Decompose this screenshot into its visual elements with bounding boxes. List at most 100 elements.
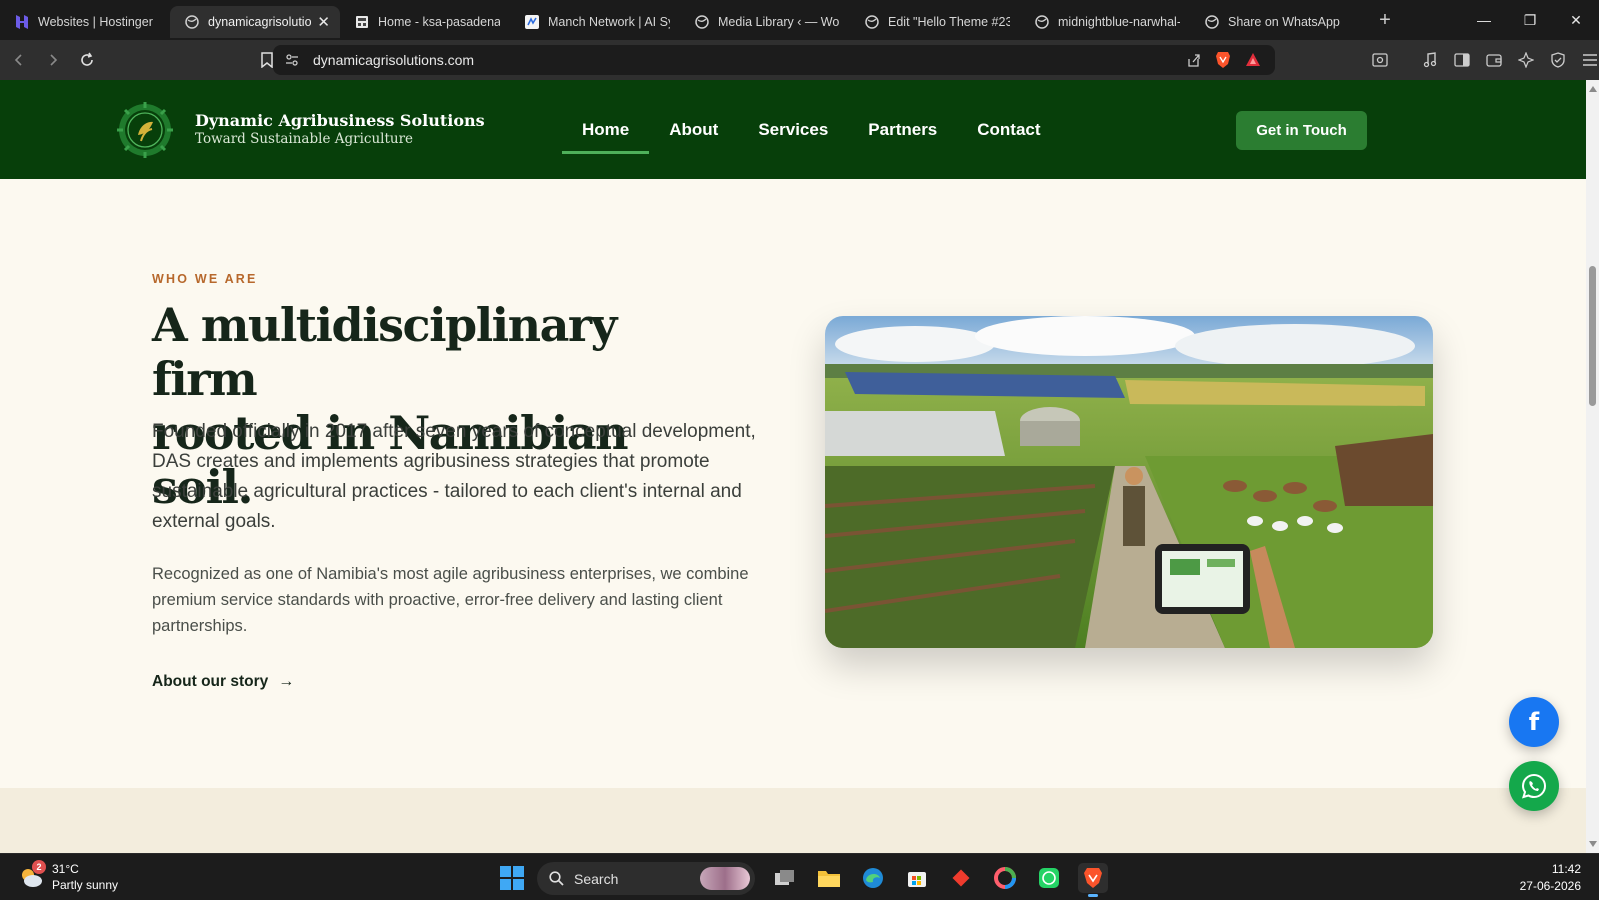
tab-ksa-pasadena[interactable]: Home - ksa-pasadena.c (340, 6, 510, 38)
about-our-story-link[interactable]: About our story → (152, 673, 294, 691)
address-bar-actions (1185, 51, 1261, 69)
tab-midnightblue-narwhal[interactable]: midnightblue-narwhal- (1020, 6, 1190, 38)
weather-badge: 2 (32, 860, 46, 874)
arrow-right-icon: → (278, 673, 295, 690)
globe-icon (1034, 14, 1050, 30)
minimize-button[interactable]: — (1461, 0, 1507, 40)
tab-title: Share on WhatsApp (1228, 15, 1340, 29)
next-section-band (0, 788, 1586, 853)
brave-rewards-icon (1246, 53, 1260, 66)
tab-title: Websites | Hostinger (38, 15, 153, 29)
file-explorer-icon[interactable] (814, 863, 844, 893)
browser-toolbar: dynamicagrisolutions.com (0, 40, 1599, 80)
brave-browser-icon[interactable] (1078, 863, 1108, 897)
lead-paragraph: Founded officially in 2017 after seven y… (152, 421, 756, 532)
globe-icon (694, 14, 710, 30)
whatsapp-icon (1521, 773, 1546, 799)
close-icon[interactable]: ✕ (317, 13, 330, 31)
window-controls: — ❐ ✕ (1461, 0, 1599, 40)
nav-contact[interactable]: Contact (957, 108, 1060, 154)
section-eyebrow: WHO WE ARE (152, 272, 258, 286)
nav-home[interactable]: Home (562, 108, 650, 154)
back-button[interactable] (4, 45, 34, 75)
tab-title: Edit "Hello Theme #23 (888, 15, 1010, 29)
chevron-right-icon (50, 54, 58, 66)
page-icon (354, 14, 370, 30)
search-highlight-image (700, 867, 750, 890)
music-icon[interactable] (1420, 50, 1440, 70)
tab-title: Manch Network | AI Sy (548, 15, 670, 29)
tab-strip: Websites | Hostinger dynamicagrisolution… (0, 2, 1400, 38)
address-bar[interactable]: dynamicagrisolutions.com (273, 45, 1275, 75)
microsoft-store-icon[interactable] (902, 863, 932, 893)
tab-manch-network[interactable]: Manch Network | AI Sy (510, 6, 680, 38)
system-clock[interactable]: 11:42 27-06-2026 (1520, 861, 1581, 895)
brand-name[interactable]: Dynamic Agribusiness Solutions (195, 111, 485, 130)
chevron-left-icon (14, 54, 22, 66)
site-header: Dynamic Agribusiness Solutions Toward Su… (0, 80, 1586, 179)
whatsapp-app-icon[interactable] (1034, 863, 1064, 893)
tab-edit-hello-theme[interactable]: Edit "Hello Theme #23 (850, 6, 1020, 38)
search-label: Search (574, 870, 619, 887)
page-tools-icon[interactable] (1370, 50, 1390, 70)
tab-dynamicagrisolutions[interactable]: dynamicagrisolutions ✕ (170, 6, 340, 38)
tab-title: Home - ksa-pasadena.c (378, 15, 500, 29)
tab-title: dynamicagrisolutions (208, 15, 312, 29)
get-in-touch-button[interactable]: Get in Touch (1236, 111, 1367, 150)
site-settings-icon (286, 54, 298, 66)
wallet-icon[interactable] (1484, 50, 1504, 70)
forward-button[interactable] (38, 45, 68, 75)
leo-ai-icon[interactable] (1516, 50, 1536, 70)
weather-widget[interactable]: 2 31°C Partly sunny (18, 860, 119, 893)
tab-title: Media Library ‹ — Wor (718, 15, 840, 29)
hostinger-icon (14, 14, 30, 30)
tab-hostinger[interactable]: Websites | Hostinger (0, 6, 170, 38)
story-link-label: About our story (152, 673, 269, 690)
page-scrollbar[interactable] (1586, 80, 1599, 853)
nav-services[interactable]: Services (738, 108, 848, 154)
globe-icon (184, 14, 200, 30)
color-app-icon[interactable] (990, 863, 1020, 893)
sidebar-icon[interactable] (1452, 50, 1472, 70)
restore-button[interactable]: ❐ (1507, 0, 1553, 40)
taskbar-search[interactable]: Search (537, 862, 755, 895)
partly-sunny-icon: 2 (18, 860, 46, 890)
url-text: dynamicagrisolutions.com (313, 52, 475, 68)
taskbar-apps (770, 863, 1108, 897)
manch-icon (524, 14, 540, 30)
menu-icon[interactable] (1580, 50, 1599, 70)
farm-hero-image (825, 316, 1433, 648)
scroll-thumb[interactable] (1589, 266, 1596, 406)
search-icon (549, 871, 564, 886)
reload-icon (81, 52, 93, 66)
facebook-float-button[interactable]: f (1509, 697, 1559, 747)
site-logo[interactable] (116, 101, 174, 159)
facebook-icon: f (1528, 708, 1540, 736)
edge-icon[interactable] (858, 863, 888, 893)
tab-media-library[interactable]: Media Library ‹ — Wor (680, 6, 850, 38)
task-view-icon[interactable] (770, 863, 800, 893)
main-nav: Home About Services Partners Contact (562, 108, 1061, 154)
scroll-up-arrow[interactable] (1589, 86, 1597, 92)
brand-tagline: Toward Sustainable Agriculture (195, 131, 414, 147)
windows-logo-icon (500, 866, 524, 890)
whatsapp-float-button[interactable] (1509, 761, 1559, 811)
headline-line-1: A multidisciplinary firm (152, 298, 617, 406)
new-tab-button[interactable]: + (1370, 5, 1400, 35)
nav-partners[interactable]: Partners (848, 108, 957, 154)
brave-shields-icon (1216, 52, 1230, 68)
clock-time: 11:42 (1551, 862, 1581, 876)
weather-desc: Partly sunny (52, 878, 119, 892)
anydesk-icon[interactable] (946, 863, 976, 893)
weather-temp: 31°C (52, 862, 79, 876)
globe-icon (1204, 14, 1220, 30)
taskbar: 2 31°C Partly sunny Search 11:42 27-06-2… (0, 853, 1599, 900)
vpn-icon[interactable] (1548, 50, 1568, 70)
windows-start-button[interactable] (500, 866, 524, 890)
scroll-down-arrow[interactable] (1589, 841, 1597, 847)
close-window-button[interactable]: ✕ (1553, 0, 1599, 40)
toolbar-divider (1402, 50, 1408, 70)
nav-about[interactable]: About (649, 108, 738, 154)
tab-share-on-whatsapp[interactable]: Share on WhatsApp (1190, 6, 1360, 38)
reload-button[interactable] (72, 45, 102, 75)
